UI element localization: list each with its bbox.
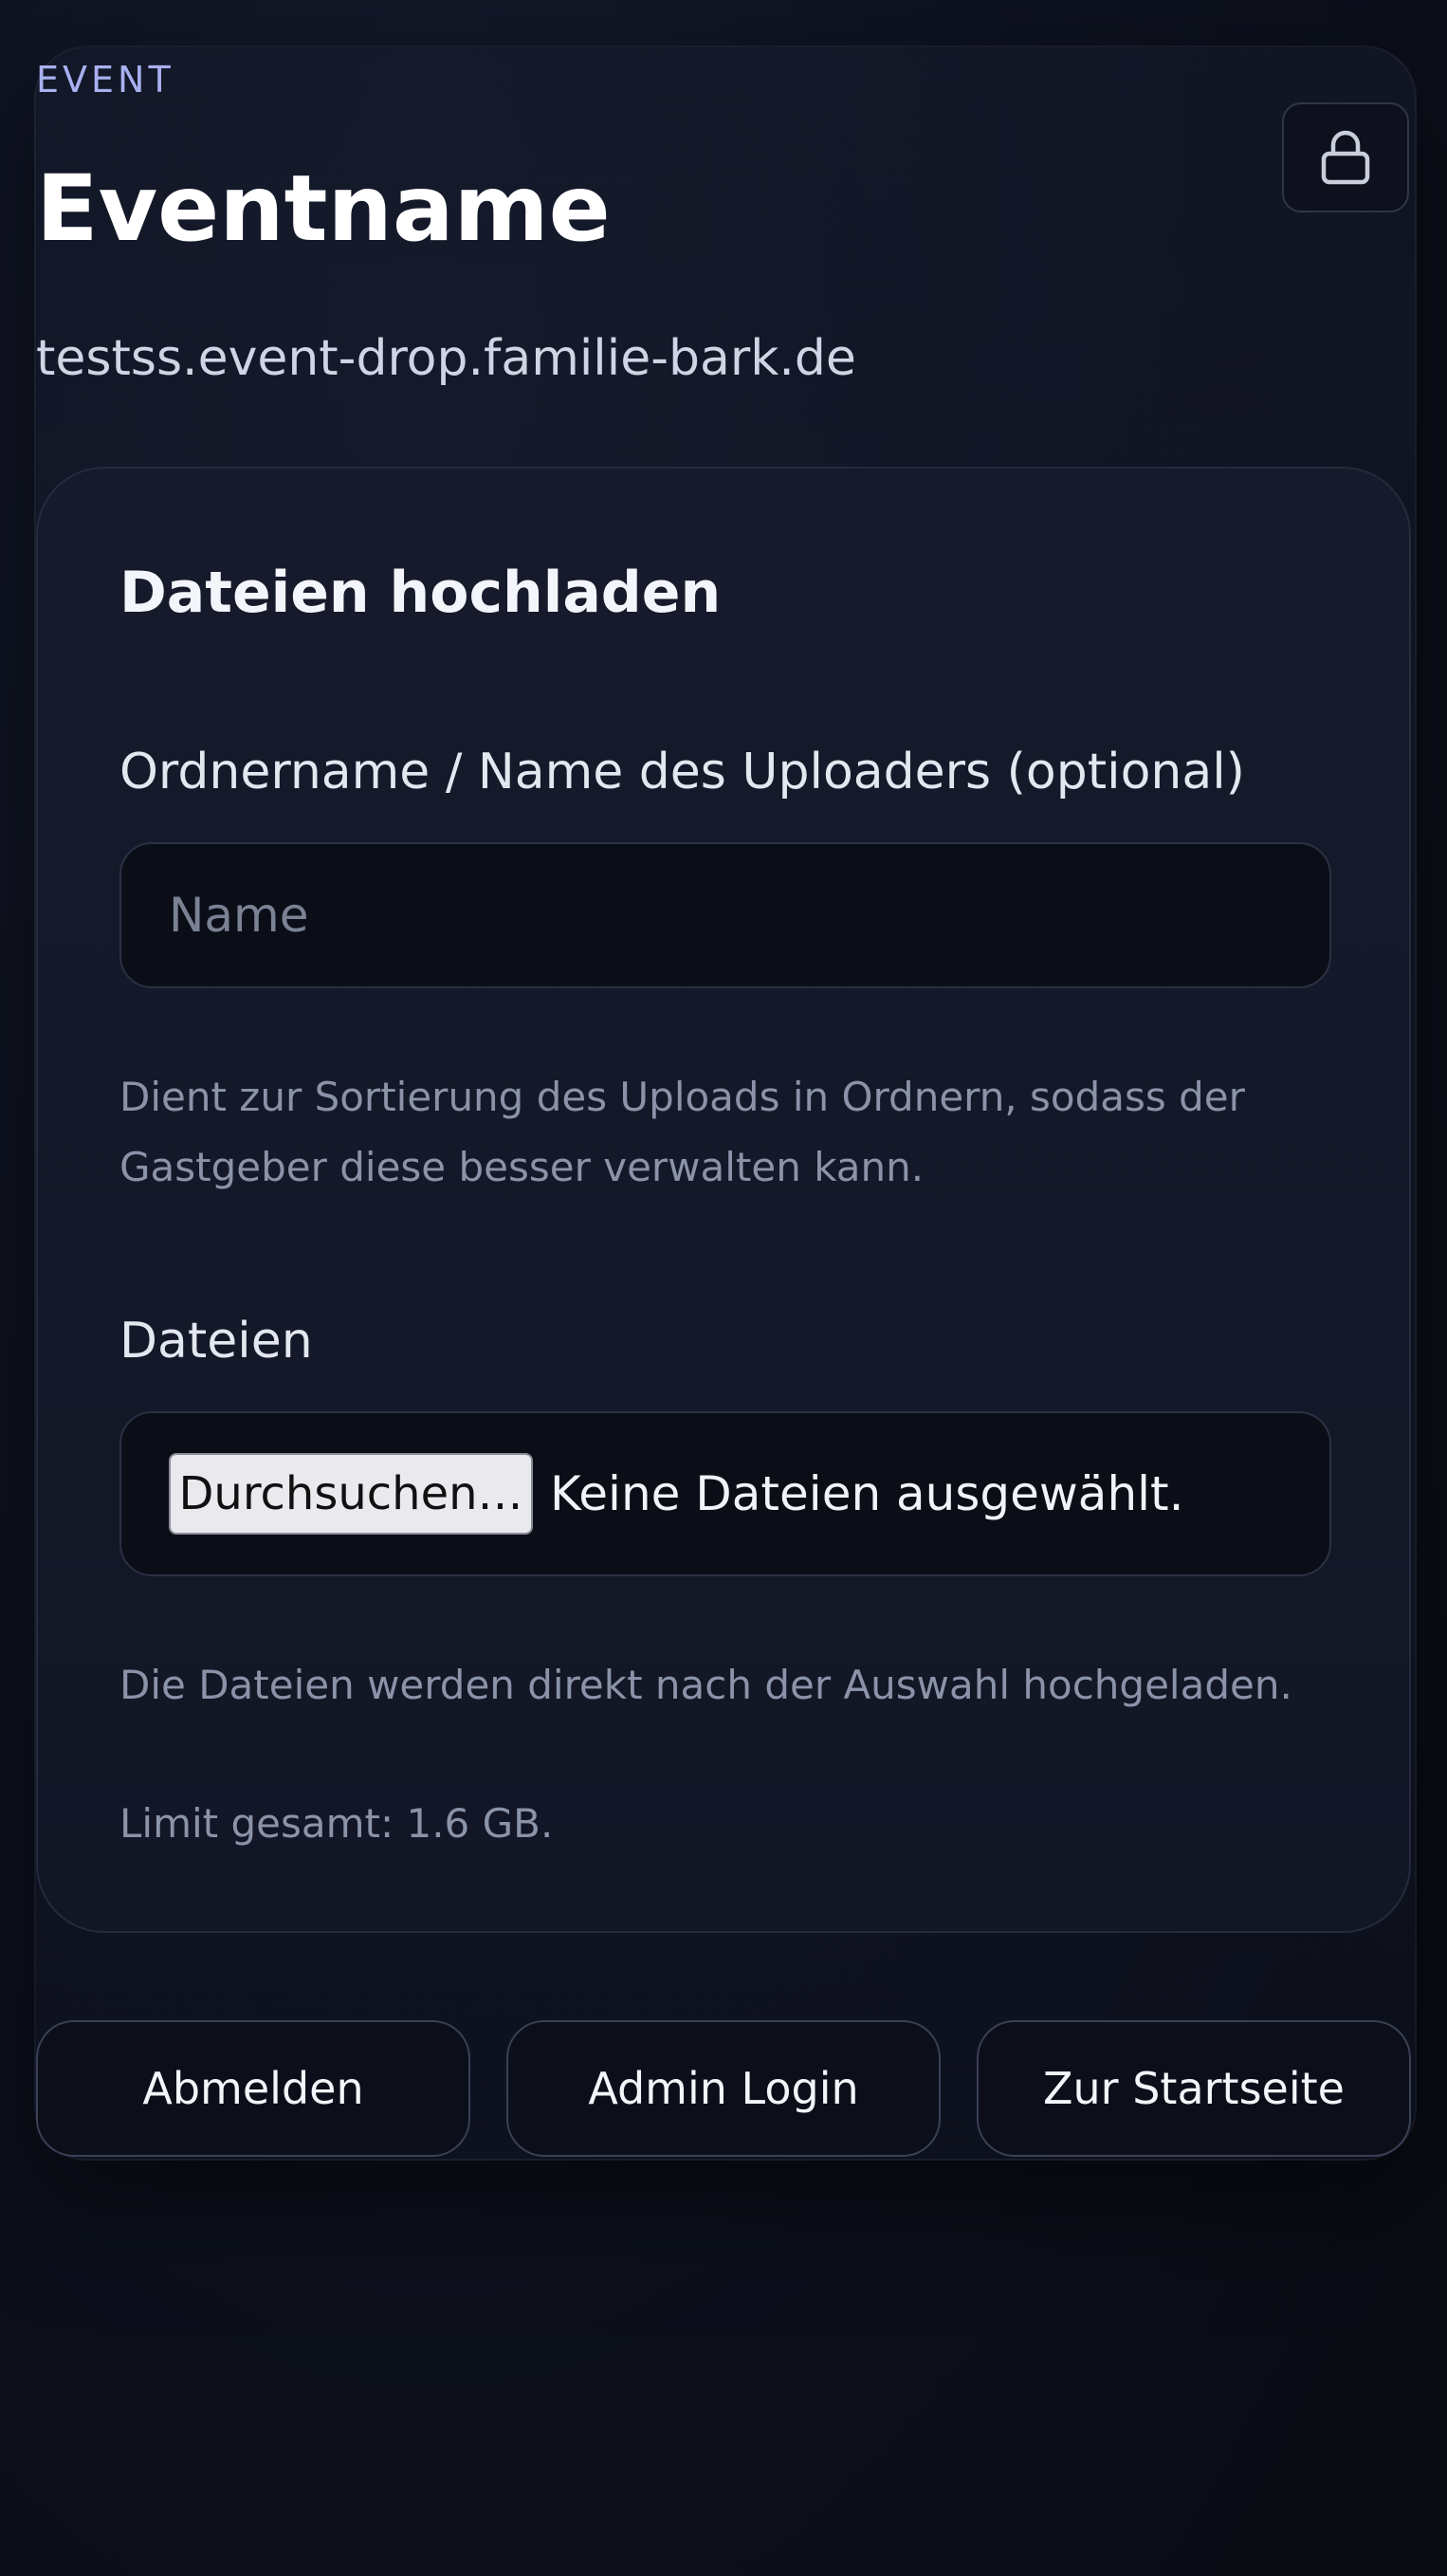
page-title: Eventname bbox=[36, 156, 611, 262]
upload-card-title: Dateien hochladen bbox=[119, 560, 722, 626]
uploader-name-hint: Dient zur Sortierung des Uploads in Ordn… bbox=[119, 1074, 1245, 1190]
admin-login-button[interactable]: Admin Login bbox=[506, 2020, 941, 2157]
home-button[interactable]: Zur Startseite bbox=[977, 2020, 1411, 2157]
upload-direct-hint: Die Dateien werden direkt nach der Auswa… bbox=[119, 1662, 1292, 1708]
upload-limit-text: Limit gesamt: 1.6 GB. bbox=[119, 1800, 554, 1847]
uploader-name-label: Ordnername / Name des Uploaders (optiona… bbox=[119, 744, 1245, 800]
uploader-name-input[interactable] bbox=[119, 842, 1331, 988]
upload-card: Dateien hochladen Ordnername / Name des … bbox=[36, 467, 1411, 1933]
browse-button[interactable]: Durchsuchen… bbox=[169, 1453, 533, 1535]
file-picker[interactable]: Durchsuchen… Keine Dateien ausgewählt. bbox=[119, 1411, 1331, 1576]
lock-button[interactable] bbox=[1282, 102, 1409, 212]
event-subdomain: testss.event-drop.familie-bark.de bbox=[36, 330, 856, 387]
event-eyebrow: EVENT bbox=[36, 59, 174, 101]
lock-icon bbox=[1321, 130, 1370, 185]
action-bar: Abmelden Admin Login Zur Startseite bbox=[36, 2020, 1411, 2157]
file-selection-status: Keine Dateien ausgewählt. bbox=[550, 1466, 1184, 1521]
logout-button[interactable]: Abmelden bbox=[36, 2020, 470, 2157]
files-label: Dateien bbox=[119, 1313, 313, 1370]
